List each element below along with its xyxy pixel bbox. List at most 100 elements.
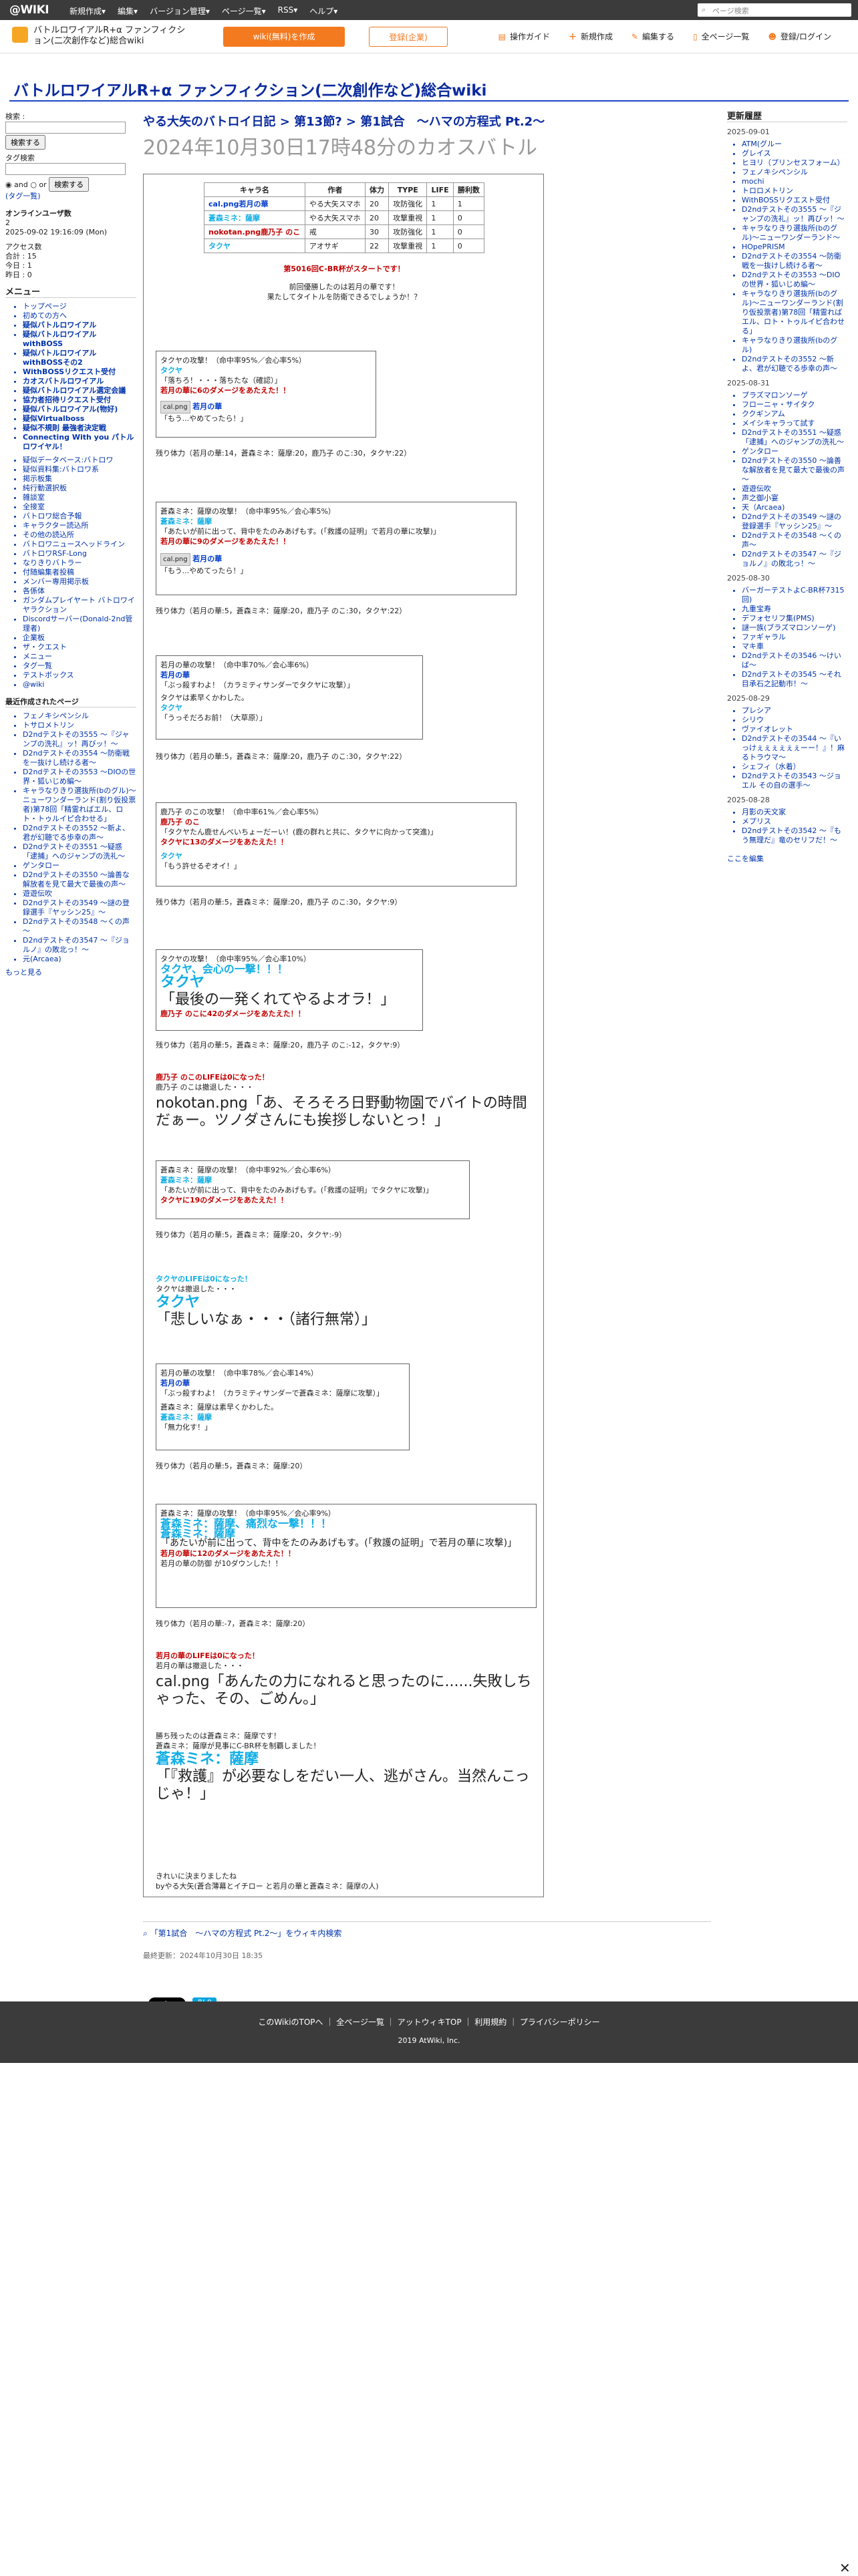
recent-page-link[interactable]: キャラなりきり選抜所(bのグル)～ニューワンダーランド(割り仮投票者)第78回「… [23,786,136,824]
sidebar-item[interactable]: 協力者招待リクエスト受付 [23,395,136,405]
sidebar-subitem[interactable]: バトロワ総合予報 [23,512,136,521]
sidebar-subitem[interactable]: その他の読込所 [23,530,136,540]
update-link[interactable]: グレイス [742,149,847,158]
or-radio[interactable]: ○ [30,180,37,189]
update-link[interactable]: メプリス [742,817,847,826]
recent-page-link[interactable]: D2ndテストその3548 ～くの声～ [23,917,136,936]
sidebar-subitem[interactable]: キャラクター読込所 [23,521,136,530]
update-link[interactable]: フェノキシペンシル [742,168,847,177]
sidebar-item[interactable]: トップページ [23,302,136,311]
menu-edit[interactable]: 編集▾ [118,5,138,17]
sidebar-subitem[interactable]: バトロワニュースヘッドライン [23,540,136,549]
sidebar-subitem[interactable]: ザ・クエスト [23,643,136,652]
menu-version[interactable]: バージョン管理▾ [150,5,210,17]
sidebar-subitem[interactable]: テストボックス [23,671,136,680]
more-link[interactable]: もっと見る [5,968,136,977]
update-link[interactable]: デフォセリフ集(PMS) [742,614,847,623]
update-link[interactable]: D2ndテストその3544 ～『いっけぇぇぇぇぇぇーー！』！麻るトラウマ～ [742,734,847,762]
recent-page-link[interactable]: トサロメトリン [23,721,136,730]
recent-page-link[interactable]: D2ndテストその3550 ～論善な解放者を見て最大で最後の声～ [23,870,136,889]
tag-search-input[interactable] [5,163,126,175]
sidebar-subitem[interactable]: 雑談室 [23,493,136,502]
recent-page-link[interactable]: D2ndテストその3551 ～疑惑「逮捕」へのジャンプの洗礼～ [23,842,136,861]
sidebar-subitem[interactable]: 疑似資料集:バトロワ系 [23,465,136,474]
update-link[interactable]: ファギャラル [742,633,847,642]
sidebar-item[interactable]: 疑似不規則 最強者決定戦 [23,424,136,433]
update-link[interactable]: プラズマロンソーゲ [742,391,847,400]
edit-here-link[interactable]: ここを編集 [727,854,847,864]
sidebar-subitem[interactable]: Discordサーバー(Donald-2nd管理者) [23,615,136,633]
recent-page-link[interactable]: 元(Arcaea) [23,955,136,964]
members-button[interactable]: 登録(企業) [369,27,448,47]
update-link[interactable]: メイシキャラって試す [742,419,847,428]
update-link[interactable]: シェフィ（水着） [742,762,847,772]
menu-new[interactable]: 新規作成▾ [69,5,106,17]
update-link[interactable]: ヴァイオレット [742,725,847,734]
sidebar-subitem[interactable]: バトロワRSF-Long [23,549,136,558]
update-link[interactable]: トロロメトリン [742,186,847,196]
sidebar-subitem[interactable]: なりきりバトラー [23,558,136,568]
sidebar-subitem[interactable]: @wiki [23,680,136,689]
sidebar-subitem[interactable]: 疑似データベース:バトロワ [23,456,136,465]
new-page-link[interactable]: ＋新規作成 [569,31,613,42]
update-link[interactable]: D2ndテストその3543 ～ジョエル その自の選手～ [742,772,847,790]
update-link[interactable]: フローニャ・サイタク [742,400,847,410]
recent-page-link[interactable]: D2ndテストその3552 ～新よ、君が幻聴でる歩幸の声～ [23,824,136,842]
sidebar-item[interactable]: 疑似バトルロワイアルwithBOSS [23,330,136,349]
update-link[interactable]: 遊遊伝吹 [742,484,847,494]
update-link[interactable]: 謎一族(ブラズマロンソーゲ) [742,623,847,633]
breadcrumb[interactable]: やる大矢のバトロイ日記 > 第13節? > 第1試合 ～ハマの方程式 Pt.2～ [143,112,711,130]
update-link[interactable]: D2ndテストその3542 ～『もう無理だ』竜のセリフだ！～ [742,826,847,845]
update-link[interactable]: マキ車 [742,642,847,651]
recent-page-link[interactable]: D2ndテストその3555 ～『ジャンプの洗礼』ッ！再びッ！～ [23,730,136,749]
update-link[interactable]: プレシア [742,706,847,715]
edit-link[interactable]: ✎ 編集する [631,31,674,42]
recent-page-link[interactable]: D2ndテストその3547 ～『ジョルノ』の敗北っ！～ [23,936,136,955]
sidebar-item[interactable]: 疑似バトルロワイアルwithBOSSその2 [23,349,136,367]
update-link[interactable]: ゲンタロー [742,447,847,456]
sidebar-subitem[interactable]: 掲示板集 [23,474,136,484]
recent-page-link[interactable]: ゲンタロー [23,861,136,870]
update-link[interactable]: HOpePRISM [742,243,847,252]
sidebar-subitem[interactable]: 全接室 [23,502,136,512]
menu-rss[interactable]: RSS▾ [278,5,298,17]
sidebar-search-button[interactable]: 検索する [5,135,45,150]
sidebar-item[interactable]: カオスバトルロワイアル [23,377,136,386]
update-link[interactable]: キャラなりきり選抜所(bのグル) [742,336,847,355]
update-link[interactable]: 九重宝寿 [742,605,847,614]
login-link[interactable]: ☻ 登録/ログイン [768,31,831,42]
menu-help[interactable]: ヘルプ▾ [309,5,337,17]
update-link[interactable]: 天（Arcaea) [742,503,847,512]
recent-page-link[interactable]: D2ndテストその3549 ～謎の登録選手『ヤッシン25』～ [23,899,136,917]
update-link[interactable]: D2ndテストその3545 ～それ目承石之記動市！～ [742,670,847,689]
sidebar-item[interactable]: 疑似バトルロワイアル選定会議 [23,386,136,395]
sidebar-item[interactable]: Connecting With you パトルロワイヤル！ [23,433,136,452]
sidebar-item[interactable]: 疑似バトルロワイアル(物好) [23,405,136,414]
all-pages-link[interactable]: ▯ 全ページ一覧 [693,31,749,42]
update-link[interactable]: WithBOSSリクエスト受付 [742,196,847,205]
update-link[interactable]: D2ndテストその3546 ～けいば～ [742,651,847,670]
tag-search-button[interactable]: 検索する [49,177,90,192]
sidebar-subitem[interactable]: メンバー専用掲示板 [23,577,136,587]
guide-link[interactable]: ▤ 操作ガイド [498,31,550,42]
wiki-search-link[interactable]: ⌕ 「第1試合 ～ハマの方程式 Pt.2～」をウィキ内検索 [143,1921,711,1939]
update-link[interactable]: ククギンアム [742,410,847,419]
update-link[interactable]: D2ndテストその3550 ～論善な解放者を見て最大で最後の声～ [742,456,847,484]
sidebar-item[interactable]: 疑似バトルロワイアル [23,321,136,330]
sidebar-subitem[interactable]: タグ一覧 [23,661,136,671]
site-name[interactable]: バトルロワイアルR+α ファンフィクション(二次創作など)総合wiki [12,25,186,47]
sidebar-subitem[interactable]: 付随編集者投稿 [23,568,136,577]
update-link[interactable]: 声之御小宴 [742,494,847,503]
update-link[interactable]: D2ndテストその3547 ～『ジョルノ』の敗北っ！～ [742,550,847,569]
update-link[interactable]: シリウ [742,715,847,725]
update-link[interactable]: D2ndテストその3548 ～くの声～ [742,531,847,550]
atwiki-logo[interactable]: @WIKI [9,3,49,17]
sidebar-item[interactable]: 初めての方へ [23,311,136,321]
menu-pages[interactable]: ページ一覧▾ [222,5,266,17]
page-title[interactable]: バトルロワイアルR+α ファンフィクション(二次創作など)総合wiki [13,77,486,100]
update-link[interactable]: D2ndテストその3549 ～謎の登録選手『ヤッシン25』～ [742,512,847,531]
tag-list-link[interactable]: (タグ一覧) [5,192,136,201]
sidebar-subitem[interactable]: メニュー [23,652,136,661]
sidebar-item[interactable]: 疑似Virtualboss [23,414,136,424]
close-icon[interactable]: ✕ [839,2560,854,2576]
